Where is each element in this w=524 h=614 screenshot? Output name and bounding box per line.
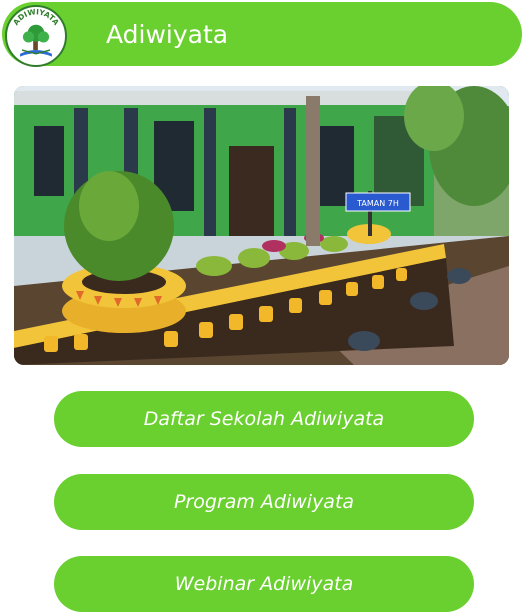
adiwiyata-logo: ADIWIYATA bbox=[5, 5, 67, 67]
webinar-adiwiyata-button[interactable]: Webinar Adiwiyata bbox=[54, 556, 474, 612]
school-garden-photo: TAMAN 7H bbox=[14, 86, 509, 365]
app-title: Adiwiyata bbox=[106, 20, 229, 49]
program-adiwiyata-button[interactable]: Program Adiwiyata bbox=[54, 474, 474, 530]
app-header: ADIWIYATA Adiwiyata bbox=[2, 2, 522, 67]
daftar-sekolah-button[interactable]: Daftar Sekolah Adiwiyata bbox=[54, 391, 474, 447]
garden-sign-text: TAMAN 7H bbox=[356, 199, 399, 208]
